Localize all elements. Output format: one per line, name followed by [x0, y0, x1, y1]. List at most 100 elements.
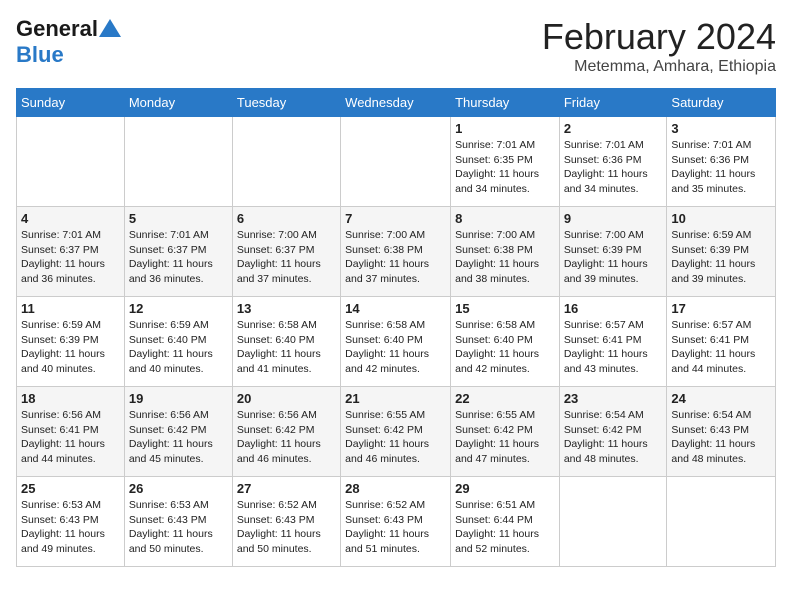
day-info: Sunrise: 6:58 AM Sunset: 6:40 PM Dayligh…	[345, 318, 446, 377]
calendar-cell: 19 Sunrise: 6:56 AM Sunset: 6:42 PM Dayli…	[124, 387, 232, 477]
calendar-cell: 28 Sunrise: 6:52 AM Sunset: 6:43 PM Dayli…	[341, 477, 451, 567]
calendar-cell: 15 Sunrise: 6:58 AM Sunset: 6:40 PM Dayli…	[451, 297, 560, 387]
day-number: 23	[564, 391, 663, 406]
header-monday: Monday	[124, 89, 232, 117]
calendar-cell: 21Sunrise: 6:55 AM Sunset: 6:42 PM Dayli…	[341, 387, 451, 477]
day-info: Sunrise: 6:54 AM Sunset: 6:42 PM Dayligh…	[564, 408, 663, 467]
header-tuesday: Tuesday	[232, 89, 340, 117]
calendar-cell: 17 Sunrise: 6:57 AM Sunset: 6:41 PM Dayli…	[667, 297, 776, 387]
day-info: Sunrise: 6:56 AM Sunset: 6:42 PM Dayligh…	[237, 408, 336, 467]
calendar-cell: 5 Sunrise: 7:01 AM Sunset: 6:37 PM Daylig…	[124, 207, 232, 297]
calendar-cell: 22Sunrise: 6:55 AM Sunset: 6:42 PM Dayli…	[451, 387, 560, 477]
logo-general: General	[16, 16, 98, 42]
week-row-2: 4 Sunrise: 7:01 AM Sunset: 6:37 PM Daylig…	[17, 207, 776, 297]
day-info: Sunrise: 6:57 AM Sunset: 6:41 PM Dayligh…	[671, 318, 771, 377]
day-info: Sunrise: 7:01 AM Sunset: 6:36 PM Dayligh…	[671, 138, 771, 197]
header-saturday: Saturday	[667, 89, 776, 117]
day-info: Sunrise: 6:52 AM Sunset: 6:43 PM Dayligh…	[345, 498, 446, 557]
day-number: 11	[21, 301, 120, 316]
day-number: 7	[345, 211, 446, 226]
day-number: 16	[564, 301, 663, 316]
header-wednesday: Wednesday	[341, 89, 451, 117]
calendar-cell: 12 Sunrise: 6:59 AM Sunset: 6:40 PM Dayli…	[124, 297, 232, 387]
day-number: 8	[455, 211, 555, 226]
calendar-cell: 18Sunrise: 6:56 AM Sunset: 6:41 PM Dayli…	[17, 387, 125, 477]
day-info: Sunrise: 6:59 AM Sunset: 6:39 PM Dayligh…	[671, 228, 771, 287]
calendar-cell: 4Sunrise: 7:01 AM Sunset: 6:37 PM Daylig…	[17, 207, 125, 297]
calendar-cell: 1Sunrise: 7:01 AM Sunset: 6:35 PM Daylig…	[451, 117, 560, 207]
day-info: Sunrise: 6:58 AM Sunset: 6:40 PM Dayligh…	[455, 318, 555, 377]
week-row-3: 11 Sunrise: 6:59 AM Sunset: 6:39 PM Dayli…	[17, 297, 776, 387]
calendar-cell: 7 Sunrise: 7:00 AM Sunset: 6:38 PM Daylig…	[341, 207, 451, 297]
day-number: 2	[564, 121, 663, 136]
day-number: 21	[345, 391, 446, 406]
day-number: 13	[237, 301, 336, 316]
calendar-cell: 2 Sunrise: 7:01 AM Sunset: 6:36 PM Daylig…	[559, 117, 667, 207]
day-number: 25	[21, 481, 120, 496]
week-row-5: 25 Sunrise: 6:53 AM Sunset: 6:43 PM Dayli…	[17, 477, 776, 567]
day-info: Sunrise: 6:51 AM Sunset: 6:44 PM Dayligh…	[455, 498, 555, 557]
calendar-cell: 25Sunrise: 6:53 AM Sunset: 6:43 PM Dayli…	[17, 477, 125, 567]
day-number: 15	[455, 301, 555, 316]
day-info: Sunrise: 6:52 AM Sunset: 6:43 PM Dayligh…	[237, 498, 336, 557]
day-number: 20	[237, 391, 336, 406]
calendar-cell	[17, 117, 125, 207]
day-number: 4	[21, 211, 120, 226]
header-friday: Friday	[559, 89, 667, 117]
header-row: SundayMondayTuesdayWednesdayThursdayFrid…	[17, 89, 776, 117]
calendar-cell: 9 Sunrise: 7:00 AM Sunset: 6:39 PM Daylig…	[559, 207, 667, 297]
calendar-cell: 10Sunrise: 6:59 AM Sunset: 6:39 PM Dayli…	[667, 207, 776, 297]
calendar-cell	[124, 117, 232, 207]
header-thursday: Thursday	[451, 89, 560, 117]
day-info: Sunrise: 7:00 AM Sunset: 6:37 PM Dayligh…	[237, 228, 336, 287]
header-sunday: Sunday	[17, 89, 125, 117]
week-row-4: 18Sunrise: 6:56 AM Sunset: 6:41 PM Dayli…	[17, 387, 776, 477]
day-number: 12	[129, 301, 228, 316]
main-title: February 2024	[542, 16, 776, 58]
day-number: 3	[671, 121, 771, 136]
calendar-cell	[667, 477, 776, 567]
day-number: 17	[671, 301, 771, 316]
day-info: Sunrise: 7:00 AM Sunset: 6:38 PM Dayligh…	[455, 228, 555, 287]
calendar-cell: 14 Sunrise: 6:58 AM Sunset: 6:40 PM Dayli…	[341, 297, 451, 387]
calendar-body: 1Sunrise: 7:01 AM Sunset: 6:35 PM Daylig…	[17, 117, 776, 567]
day-info: Sunrise: 7:00 AM Sunset: 6:39 PM Dayligh…	[564, 228, 663, 287]
day-number: 18	[21, 391, 120, 406]
logo: General Blue	[16, 16, 121, 68]
calendar-cell	[341, 117, 451, 207]
sub-title: Metemma, Amhara, Ethiopia	[542, 58, 776, 76]
logo-icon	[99, 17, 121, 39]
day-number: 22	[455, 391, 555, 406]
calendar-header: SundayMondayTuesdayWednesdayThursdayFrid…	[17, 89, 776, 117]
calendar-cell	[232, 117, 340, 207]
day-number: 19	[129, 391, 228, 406]
day-info: Sunrise: 7:01 AM Sunset: 6:36 PM Dayligh…	[564, 138, 663, 197]
day-info: Sunrise: 6:58 AM Sunset: 6:40 PM Dayligh…	[237, 318, 336, 377]
day-info: Sunrise: 6:59 AM Sunset: 6:39 PM Dayligh…	[21, 318, 120, 377]
day-number: 14	[345, 301, 446, 316]
day-number: 28	[345, 481, 446, 496]
logo-line1: General	[16, 16, 121, 42]
calendar-cell: 26Sunrise: 6:53 AM Sunset: 6:43 PM Dayli…	[124, 477, 232, 567]
day-info: Sunrise: 6:59 AM Sunset: 6:40 PM Dayligh…	[129, 318, 228, 377]
day-info: Sunrise: 6:53 AM Sunset: 6:43 PM Dayligh…	[129, 498, 228, 557]
day-info: Sunrise: 6:57 AM Sunset: 6:41 PM Dayligh…	[564, 318, 663, 377]
day-number: 1	[455, 121, 555, 136]
logo-blue-text: Blue	[16, 42, 64, 67]
day-number: 29	[455, 481, 555, 496]
calendar-cell: 29 Sunrise: 6:51 AM Sunset: 6:44 PM Dayli…	[451, 477, 560, 567]
calendar-cell: 27 Sunrise: 6:52 AM Sunset: 6:43 PM Dayli…	[232, 477, 340, 567]
calendar-cell	[559, 477, 667, 567]
day-number: 27	[237, 481, 336, 496]
day-info: Sunrise: 6:56 AM Sunset: 6:42 PM Dayligh…	[129, 408, 228, 467]
calendar-cell: 24Sunrise: 6:54 AM Sunset: 6:43 PM Dayli…	[667, 387, 776, 477]
calendar-cell: 13 Sunrise: 6:58 AM Sunset: 6:40 PM Dayli…	[232, 297, 340, 387]
day-info: Sunrise: 7:01 AM Sunset: 6:37 PM Dayligh…	[129, 228, 228, 287]
day-number: 9	[564, 211, 663, 226]
calendar-cell: 23 Sunrise: 6:54 AM Sunset: 6:42 PM Dayli…	[559, 387, 667, 477]
day-number: 5	[129, 211, 228, 226]
calendar-cell: 8 Sunrise: 7:00 AM Sunset: 6:38 PM Daylig…	[451, 207, 560, 297]
logo-line2: Blue	[16, 42, 64, 68]
calendar-table: SundayMondayTuesdayWednesdayThursdayFrid…	[16, 88, 776, 567]
day-info: Sunrise: 7:00 AM Sunset: 6:38 PM Dayligh…	[345, 228, 446, 287]
